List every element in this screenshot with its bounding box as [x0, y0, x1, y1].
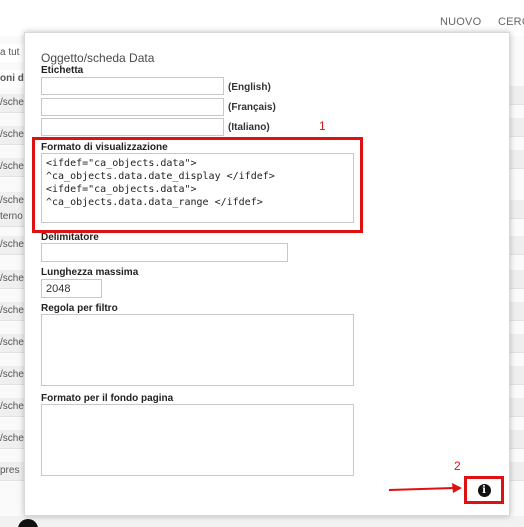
background-row: a tut [0, 44, 24, 62]
etichetta-english-input[interactable] [41, 77, 224, 95]
background-row[interactable]: /sche [0, 334, 24, 353]
background-right-row [508, 86, 524, 105]
annotation-number-2: 2 [454, 459, 461, 473]
background-right-row [508, 430, 524, 449]
background-right-row [508, 200, 524, 219]
background-row: oni d [0, 70, 24, 88]
background-right-row [508, 270, 524, 289]
background-row[interactable]: pres [0, 462, 24, 481]
background-right-row [508, 462, 524, 481]
background-right-row [508, 334, 524, 353]
info-button[interactable]: i [464, 476, 504, 504]
background-row[interactable]: /sche [0, 270, 24, 289]
english-language-label: (English) [228, 82, 271, 93]
pointer-arrow-icon [388, 483, 462, 493]
background-row[interactable]: /sche [0, 430, 24, 449]
background-right-row [508, 236, 524, 255]
annotation-number-1: 1 [319, 119, 326, 133]
regola-filtro-textarea[interactable] [41, 314, 354, 386]
delimitatore-label: Delimitatore [41, 232, 99, 243]
background-right-row [508, 366, 524, 385]
background-row[interactable]: /sche [0, 302, 24, 321]
delimitatore-input[interactable] [41, 243, 288, 262]
formato-fondo-textarea[interactable] [41, 404, 354, 476]
background-row[interactable]: /sche [0, 94, 24, 113]
background-row[interactable]: /sche [0, 126, 24, 145]
background-right-row [508, 398, 524, 417]
settings-dialog: Oggetto/scheda Data Etichetta (English) … [24, 32, 510, 516]
lunghezza-massima-input[interactable] [41, 279, 102, 298]
nav-cerca-link[interactable]: CERC [498, 16, 524, 28]
etichetta-french-input[interactable] [41, 98, 224, 116]
background-right-row [508, 302, 524, 321]
background-footer [0, 516, 524, 527]
highlight-frame [32, 137, 363, 233]
etichetta-label: Etichetta [41, 65, 84, 76]
etichetta-italian-input[interactable] [41, 118, 224, 136]
nav-nuovo-link[interactable]: NUOVO [440, 16, 481, 28]
info-circle-icon: i [477, 483, 491, 497]
dialog-title: Oggetto/scheda Data [41, 51, 155, 65]
background-row[interactable]: terno [0, 208, 24, 227]
background-row[interactable]: /sche [0, 236, 24, 255]
background-row[interactable]: /sche [0, 366, 24, 385]
screen: NUOVO CERC a tut oni d /sche /sche /sche… [0, 0, 524, 527]
regola-filtro-label: Regola per filtro [41, 303, 118, 314]
french-language-label: (Français) [228, 102, 276, 113]
formato-fondo-label: Formato per il fondo pagina [41, 393, 174, 404]
background-right-row [508, 150, 524, 169]
background-row[interactable]: /sche [0, 398, 24, 417]
italian-language-label: (Italiano) [228, 122, 270, 133]
background-row[interactable]: /sche [0, 158, 24, 177]
lunghezza-massima-label: Lunghezza massima [41, 267, 139, 278]
background-right-row [508, 118, 524, 137]
